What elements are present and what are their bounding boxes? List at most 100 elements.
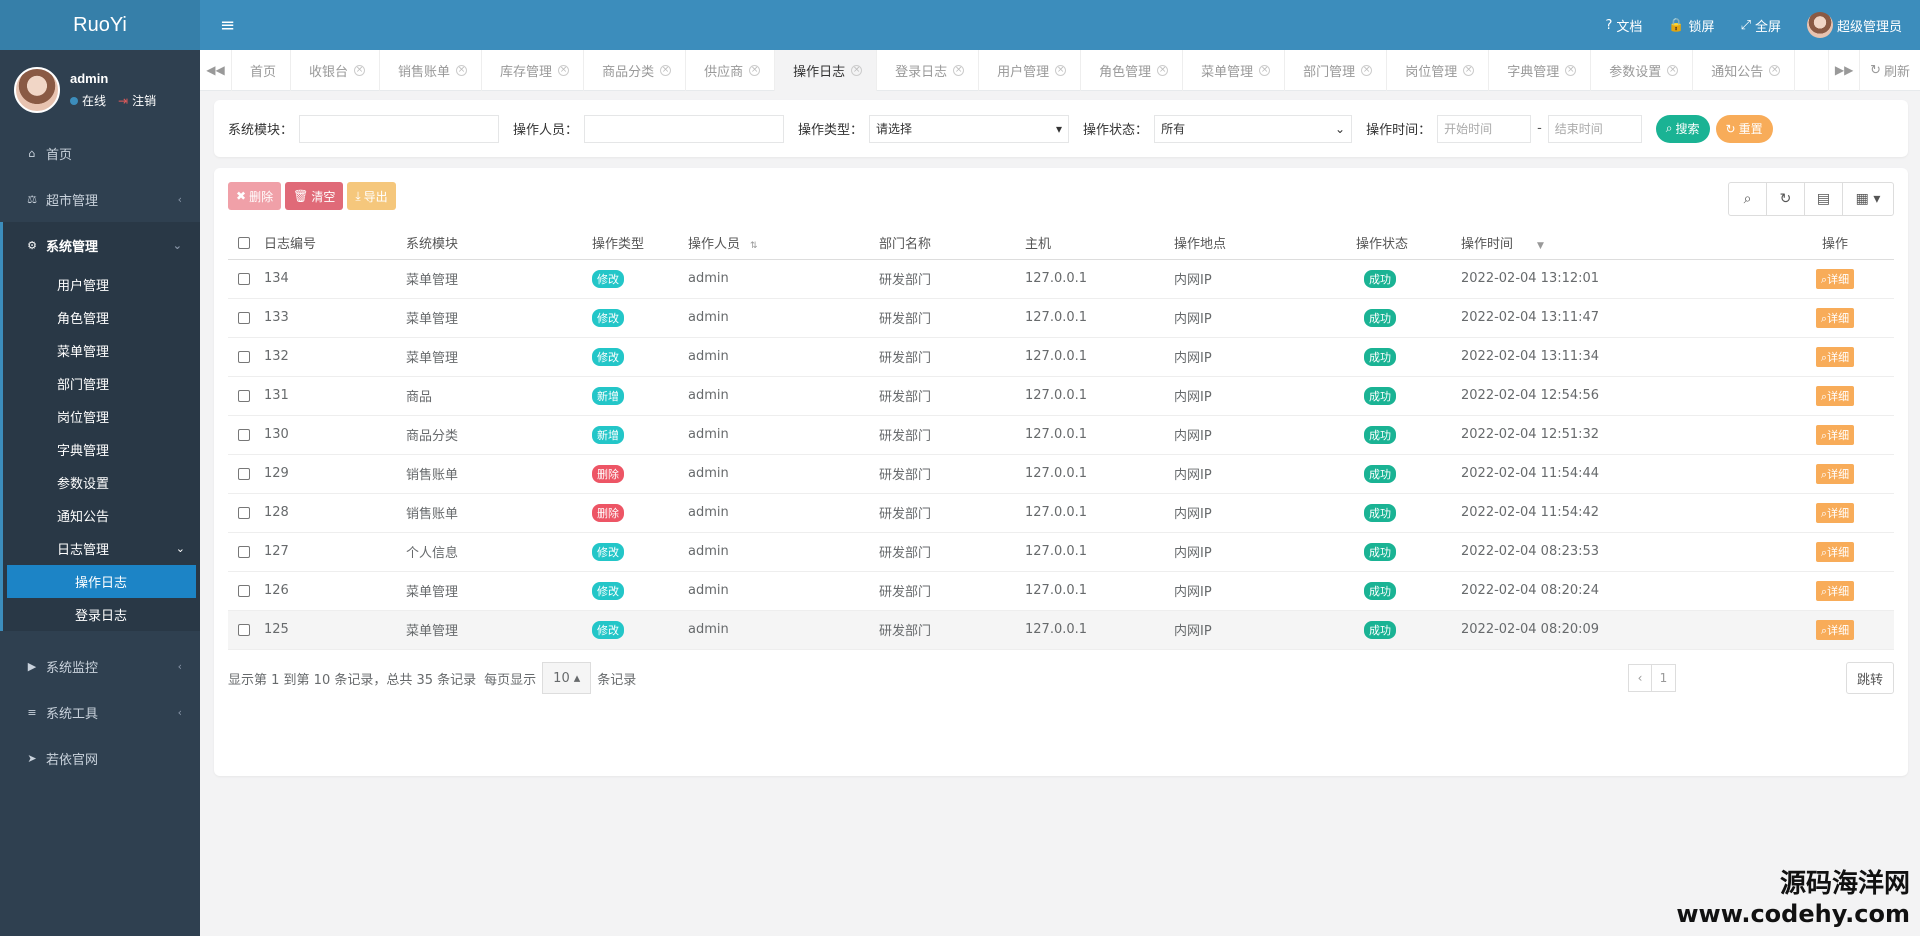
start-time-input[interactable] <box>1437 114 1532 143</box>
close-icon[interactable]: × <box>660 64 672 76</box>
sidebar-item-roles[interactable]: 角色管理 <box>3 301 200 334</box>
tab-item[interactable]: 菜单管理 × <box>1183 49 1286 91</box>
tab-item[interactable]: 操作日志 × <box>775 49 878 91</box>
col-header[interactable]: 操作类型 <box>582 227 688 260</box>
search-toggle-icon[interactable]: ⌕ <box>1729 183 1767 215</box>
sidebar-item-menus[interactable]: 菜单管理 <box>3 334 200 367</box>
col-header[interactable]: 操作人员 ⇅ <box>688 227 879 260</box>
fullscreen-link[interactable]: ⤢ 全屏 <box>1741 16 1781 35</box>
app-logo[interactable]: RuoYi <box>0 0 200 50</box>
reset-button[interactable]: ↻ 重置 <box>1715 114 1773 143</box>
table-row[interactable]: 127 个人信息 修改 admin 研发部门 127.0.0.1 内网IP 成功 2022-02… <box>228 532 1894 572</box>
close-icon[interactable]: × <box>1463 64 1475 76</box>
sidebar-item-log[interactable]: 日志管理 ⌄ <box>3 532 200 565</box>
sidebar-item-dict[interactable]: 字典管理 <box>3 433 200 466</box>
close-icon[interactable]: × <box>558 64 570 76</box>
row-checkbox[interactable] <box>238 623 250 636</box>
tab-item[interactable]: 库存管理 × <box>482 49 585 91</box>
sidebar-item-config[interactable]: 参数设置 <box>3 466 200 499</box>
detail-button[interactable]: ⌕详细 <box>1815 580 1855 601</box>
close-icon[interactable]: × <box>1769 64 1781 76</box>
list-toggle-icon[interactable]: ▤ <box>1805 183 1843 215</box>
logout-link[interactable]: 注销 <box>132 92 156 109</box>
type-select[interactable]: 请选择 ▾ <box>869 114 1070 143</box>
jump-page-input[interactable] <box>1675 663 1846 693</box>
logout-icon[interactable]: ⇥ <box>118 94 128 108</box>
lock-screen-link[interactable]: 🔒 锁屏 <box>1668 16 1714 35</box>
sidebar-item-loginlog[interactable]: 登录日志 <box>3 598 200 631</box>
refresh-icon[interactable]: ↻ <box>1767 183 1805 215</box>
tab-item[interactable]: 参数设置 × <box>1591 49 1694 91</box>
clear-button[interactable]: 🗑 清空 <box>285 182 344 210</box>
close-icon[interactable]: × <box>456 64 468 76</box>
sidebar-item-operlog[interactable]: 操作日志 <box>7 565 196 598</box>
sidebar-item-website[interactable]: ➤ 若依官网 <box>0 735 200 781</box>
select-all-checkbox[interactable] <box>238 236 250 249</box>
col-header[interactable]: 系统模块 <box>406 227 582 260</box>
row-checkbox[interactable] <box>238 506 250 519</box>
table-row[interactable]: 130 商品分类 新增 admin 研发部门 127.0.0.1 内网IP 成功 2022-02… <box>228 415 1894 455</box>
columns-icon[interactable]: ▦ ▾ <box>1843 183 1893 215</box>
tab-item[interactable]: 字典管理 × <box>1489 49 1592 91</box>
tab-item[interactable]: 首页 <box>232 49 292 91</box>
detail-button[interactable]: ⌕详细 <box>1815 307 1855 328</box>
detail-button[interactable]: ⌕详细 <box>1815 541 1855 562</box>
sidebar-item-market[interactable]: ⚖ 超市管理 ‹ <box>0 176 200 222</box>
jump-button[interactable]: 跳转 <box>1845 662 1894 694</box>
docs-link[interactable]: ? 文档 <box>1605 16 1642 35</box>
row-checkbox[interactable] <box>238 467 250 480</box>
tab-item[interactable]: 通知公告 × <box>1693 49 1796 91</box>
tab-item[interactable]: 部门管理 × <box>1285 49 1388 91</box>
close-icon[interactable]: × <box>1565 64 1577 76</box>
detail-button[interactable]: ⌕详细 <box>1815 619 1855 640</box>
table-row[interactable]: 132 菜单管理 修改 admin 研发部门 127.0.0.1 内网IP 成功 2022-02… <box>228 337 1894 377</box>
table-row[interactable]: 128 销售账单 删除 admin 研发部门 127.0.0.1 内网IP 成功 2022-02… <box>228 493 1894 533</box>
row-checkbox[interactable] <box>238 272 250 285</box>
col-header[interactable]: 操作时间 ▼ <box>1461 227 1776 260</box>
detail-button[interactable]: ⌕详细 <box>1815 463 1855 484</box>
col-header[interactable]: 日志编号 <box>264 227 406 260</box>
row-checkbox[interactable] <box>238 428 250 441</box>
detail-button[interactable]: ⌕详细 <box>1815 268 1855 289</box>
delete-button[interactable]: ✖ 删除 <box>228 182 282 210</box>
tab-item[interactable]: 角色管理 × <box>1081 49 1184 91</box>
module-input[interactable] <box>299 114 500 143</box>
detail-button[interactable]: ⌕详细 <box>1815 502 1855 523</box>
close-icon[interactable]: × <box>1361 64 1373 76</box>
table-row[interactable]: 129 销售账单 删除 admin 研发部门 127.0.0.1 内网IP 成功 2022-02… <box>228 454 1894 494</box>
tab-item[interactable]: 收银台 × <box>291 49 381 91</box>
status-select[interactable]: 所有 ⌄ <box>1154 114 1353 143</box>
close-icon[interactable]: × <box>953 64 965 76</box>
table-row[interactable]: 133 菜单管理 修改 admin 研发部门 127.0.0.1 内网IP 成功 2022-02… <box>228 298 1894 338</box>
operator-input[interactable] <box>584 114 785 143</box>
end-time-input[interactable] <box>1547 114 1642 143</box>
detail-button[interactable]: ⌕详细 <box>1815 385 1855 406</box>
sidebar-item-depts[interactable]: 部门管理 <box>3 367 200 400</box>
close-icon[interactable]: × <box>1667 64 1679 76</box>
search-button[interactable]: ⌕ 搜索 <box>1655 114 1710 143</box>
close-icon[interactable]: × <box>749 64 761 76</box>
prev-page-button[interactable]: ‹ <box>1627 664 1652 692</box>
row-checkbox[interactable] <box>238 389 250 402</box>
table-row[interactable]: 134 菜单管理 修改 admin 研发部门 127.0.0.1 内网IP 成功 2022-02… <box>228 259 1894 299</box>
close-icon[interactable]: × <box>1055 64 1067 76</box>
menu-toggle-icon[interactable]: ≡ <box>220 15 256 36</box>
tab-item[interactable]: 岗位管理 × <box>1387 49 1490 91</box>
table-row[interactable]: 125 菜单管理 修改 admin 研发部门 127.0.0.1 内网IP 成功 2022-02… <box>228 610 1894 650</box>
tabs-scroll-right-icon[interactable]: ▶▶ <box>1828 49 1861 91</box>
row-checkbox[interactable] <box>238 311 250 324</box>
row-checkbox[interactable] <box>238 350 250 363</box>
row-checkbox[interactable] <box>238 545 250 558</box>
close-icon[interactable]: × <box>354 64 366 76</box>
tab-item[interactable]: 销售账单 × <box>380 49 483 91</box>
tab-item[interactable]: 商品分类 × <box>584 49 687 91</box>
col-header[interactable]: 部门名称 <box>879 227 1025 260</box>
close-icon[interactable]: × <box>851 64 863 76</box>
sidebar-item-posts[interactable]: 岗位管理 <box>3 400 200 433</box>
avatar[interactable] <box>14 67 60 113</box>
tab-item[interactable]: 用户管理 × <box>979 49 1082 91</box>
sidebar-item-users[interactable]: 用户管理 <box>3 268 200 301</box>
col-header[interactable]: 操作状态 <box>1356 227 1461 260</box>
close-icon[interactable]: × <box>1157 64 1169 76</box>
sidebar-item-tools[interactable]: ≡ 系统工具 ‹ <box>0 689 200 735</box>
